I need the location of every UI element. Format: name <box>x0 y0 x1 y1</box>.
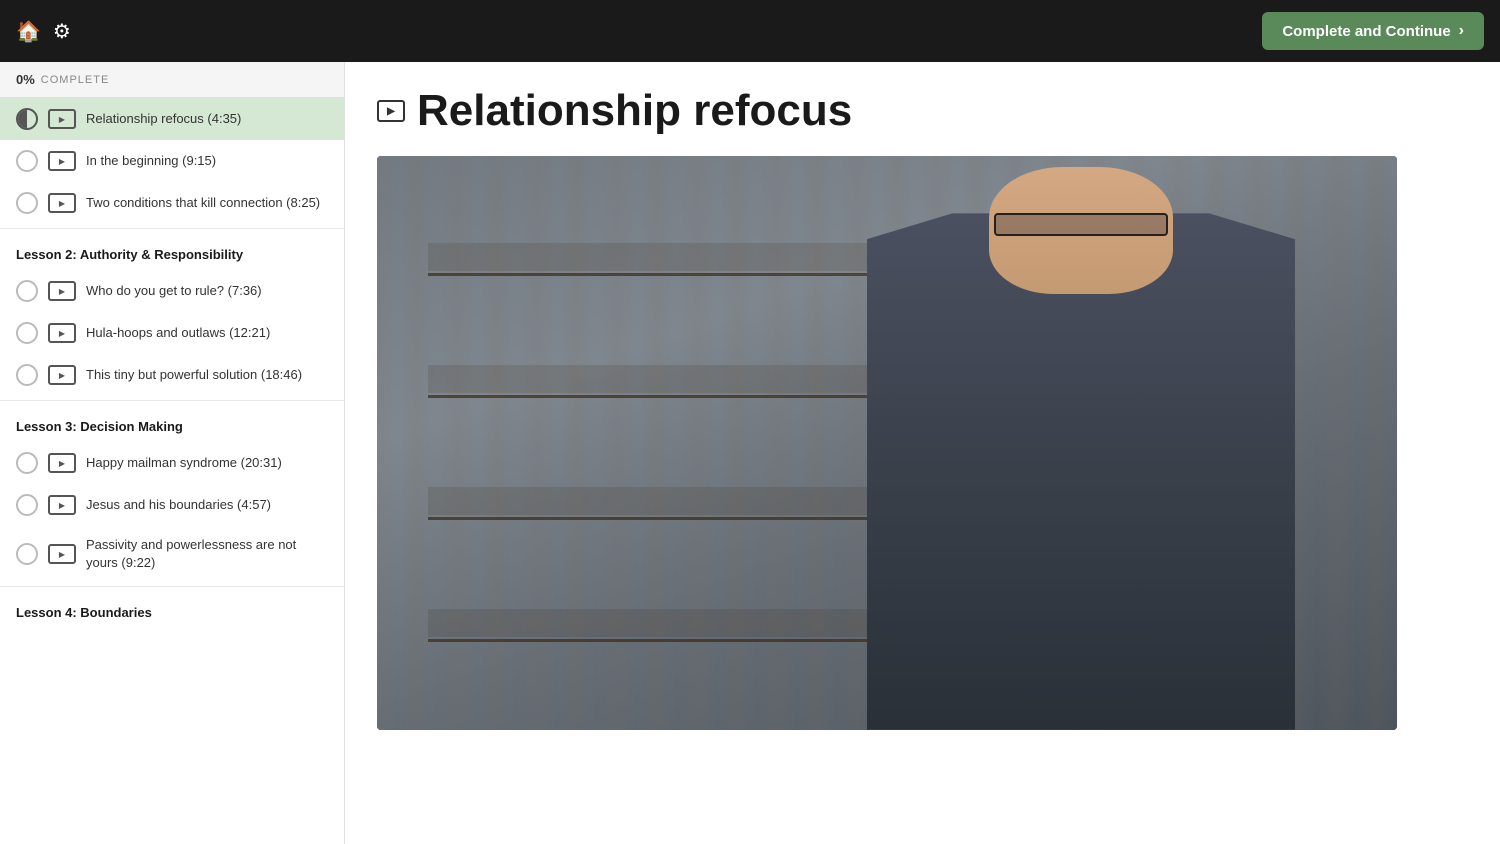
lesson-group-4: Lesson 4: Boundaries <box>0 591 344 628</box>
lesson-title: Jesus and his boundaries (4:57) <box>86 496 271 514</box>
lesson-title: Happy mailman syndrome (20:31) <box>86 454 282 472</box>
video-icon <box>48 109 76 129</box>
complete-button-label: Complete and Continue <box>1282 23 1450 40</box>
progress-bar: 0% COMPLETE <box>0 62 344 98</box>
empty-circle-icon <box>16 280 38 302</box>
lesson-title: In the beginning (9:15) <box>86 152 216 170</box>
empty-circle-icon <box>16 452 38 474</box>
list-item[interactable]: Two conditions that kill connection (8:2… <box>0 182 344 224</box>
lesson-group-3: Lesson 3: Decision Making Happy mailman … <box>0 405 344 582</box>
list-item[interactable]: Who do you get to rule? (7:36) <box>0 270 344 312</box>
list-item[interactable]: Relationship refocus (4:35) <box>0 98 344 140</box>
divider <box>0 400 344 401</box>
main-layout: 0% COMPLETE Relationship refocus (4:35) … <box>0 62 1500 844</box>
lesson-title: Hula-hoops and outlaws (12:21) <box>86 324 270 342</box>
video-icon <box>48 323 76 343</box>
list-item[interactable]: Passivity and powerlessness are not your… <box>0 526 344 582</box>
top-nav: 🏠 ⚙ Complete and Continue › <box>0 0 1500 62</box>
half-circle-icon <box>16 108 38 130</box>
empty-circle-icon <box>16 543 38 565</box>
video-icon <box>48 495 76 515</box>
video-icon <box>48 193 76 213</box>
lesson-section-header: Lesson 2: Authority & Responsibility <box>0 233 344 270</box>
lesson-group-1: Relationship refocus (4:35) In the begin… <box>0 98 344 224</box>
lesson-title: Two conditions that kill connection (8:2… <box>86 194 320 212</box>
empty-circle-icon <box>16 150 38 172</box>
progress-label: COMPLETE <box>41 74 110 86</box>
list-item[interactable]: This tiny but powerful solution (18:46) <box>0 354 344 396</box>
video-scene <box>377 156 1397 730</box>
shelf-board <box>428 395 887 398</box>
shelf-board <box>428 517 887 520</box>
lesson-section-header: Lesson 3: Decision Making <box>0 405 344 442</box>
video-player[interactable] <box>377 156 1397 730</box>
page-title: Relationship refocus <box>417 86 852 136</box>
person-glasses <box>994 213 1167 236</box>
video-icon <box>48 453 76 473</box>
settings-icon[interactable]: ⚙ <box>53 19 71 44</box>
video-icon <box>48 365 76 385</box>
video-icon <box>48 281 76 301</box>
content-area: Relationship refocus <box>345 62 1500 844</box>
lesson-title: This tiny but powerful solution (18:46) <box>86 366 302 384</box>
shelf-decoration <box>428 213 887 701</box>
video-title-icon <box>377 100 405 122</box>
list-item[interactable]: Jesus and his boundaries (4:57) <box>0 484 344 526</box>
lesson-title: Passivity and powerlessness are not your… <box>86 536 328 572</box>
shelf-board <box>428 639 887 642</box>
progress-percent: 0% <box>16 72 35 87</box>
divider <box>0 228 344 229</box>
video-icon <box>48 544 76 564</box>
lesson-section-header: Lesson 4: Boundaries <box>0 591 344 628</box>
lesson-title: Relationship refocus (4:35) <box>86 110 241 128</box>
empty-circle-icon <box>16 192 38 214</box>
list-item[interactable]: In the beginning (9:15) <box>0 140 344 182</box>
list-item[interactable]: Hula-hoops and outlaws (12:21) <box>0 312 344 354</box>
content-title-bar: Relationship refocus <box>377 86 1468 136</box>
list-item[interactable]: Happy mailman syndrome (20:31) <box>0 442 344 484</box>
video-icon <box>48 151 76 171</box>
home-icon[interactable]: 🏠 <box>16 19 41 44</box>
lesson-group-2: Lesson 2: Authority & Responsibility Who… <box>0 233 344 396</box>
nav-left: 🏠 ⚙ <box>16 19 71 44</box>
shelf-board <box>428 273 887 276</box>
empty-circle-icon <box>16 494 38 516</box>
divider <box>0 586 344 587</box>
chevron-right-icon: › <box>1459 22 1464 40</box>
lesson-title: Who do you get to rule? (7:36) <box>86 282 262 300</box>
sidebar: 0% COMPLETE Relationship refocus (4:35) … <box>0 62 345 844</box>
empty-circle-icon <box>16 322 38 344</box>
empty-circle-icon <box>16 364 38 386</box>
complete-and-continue-button[interactable]: Complete and Continue › <box>1262 12 1484 50</box>
